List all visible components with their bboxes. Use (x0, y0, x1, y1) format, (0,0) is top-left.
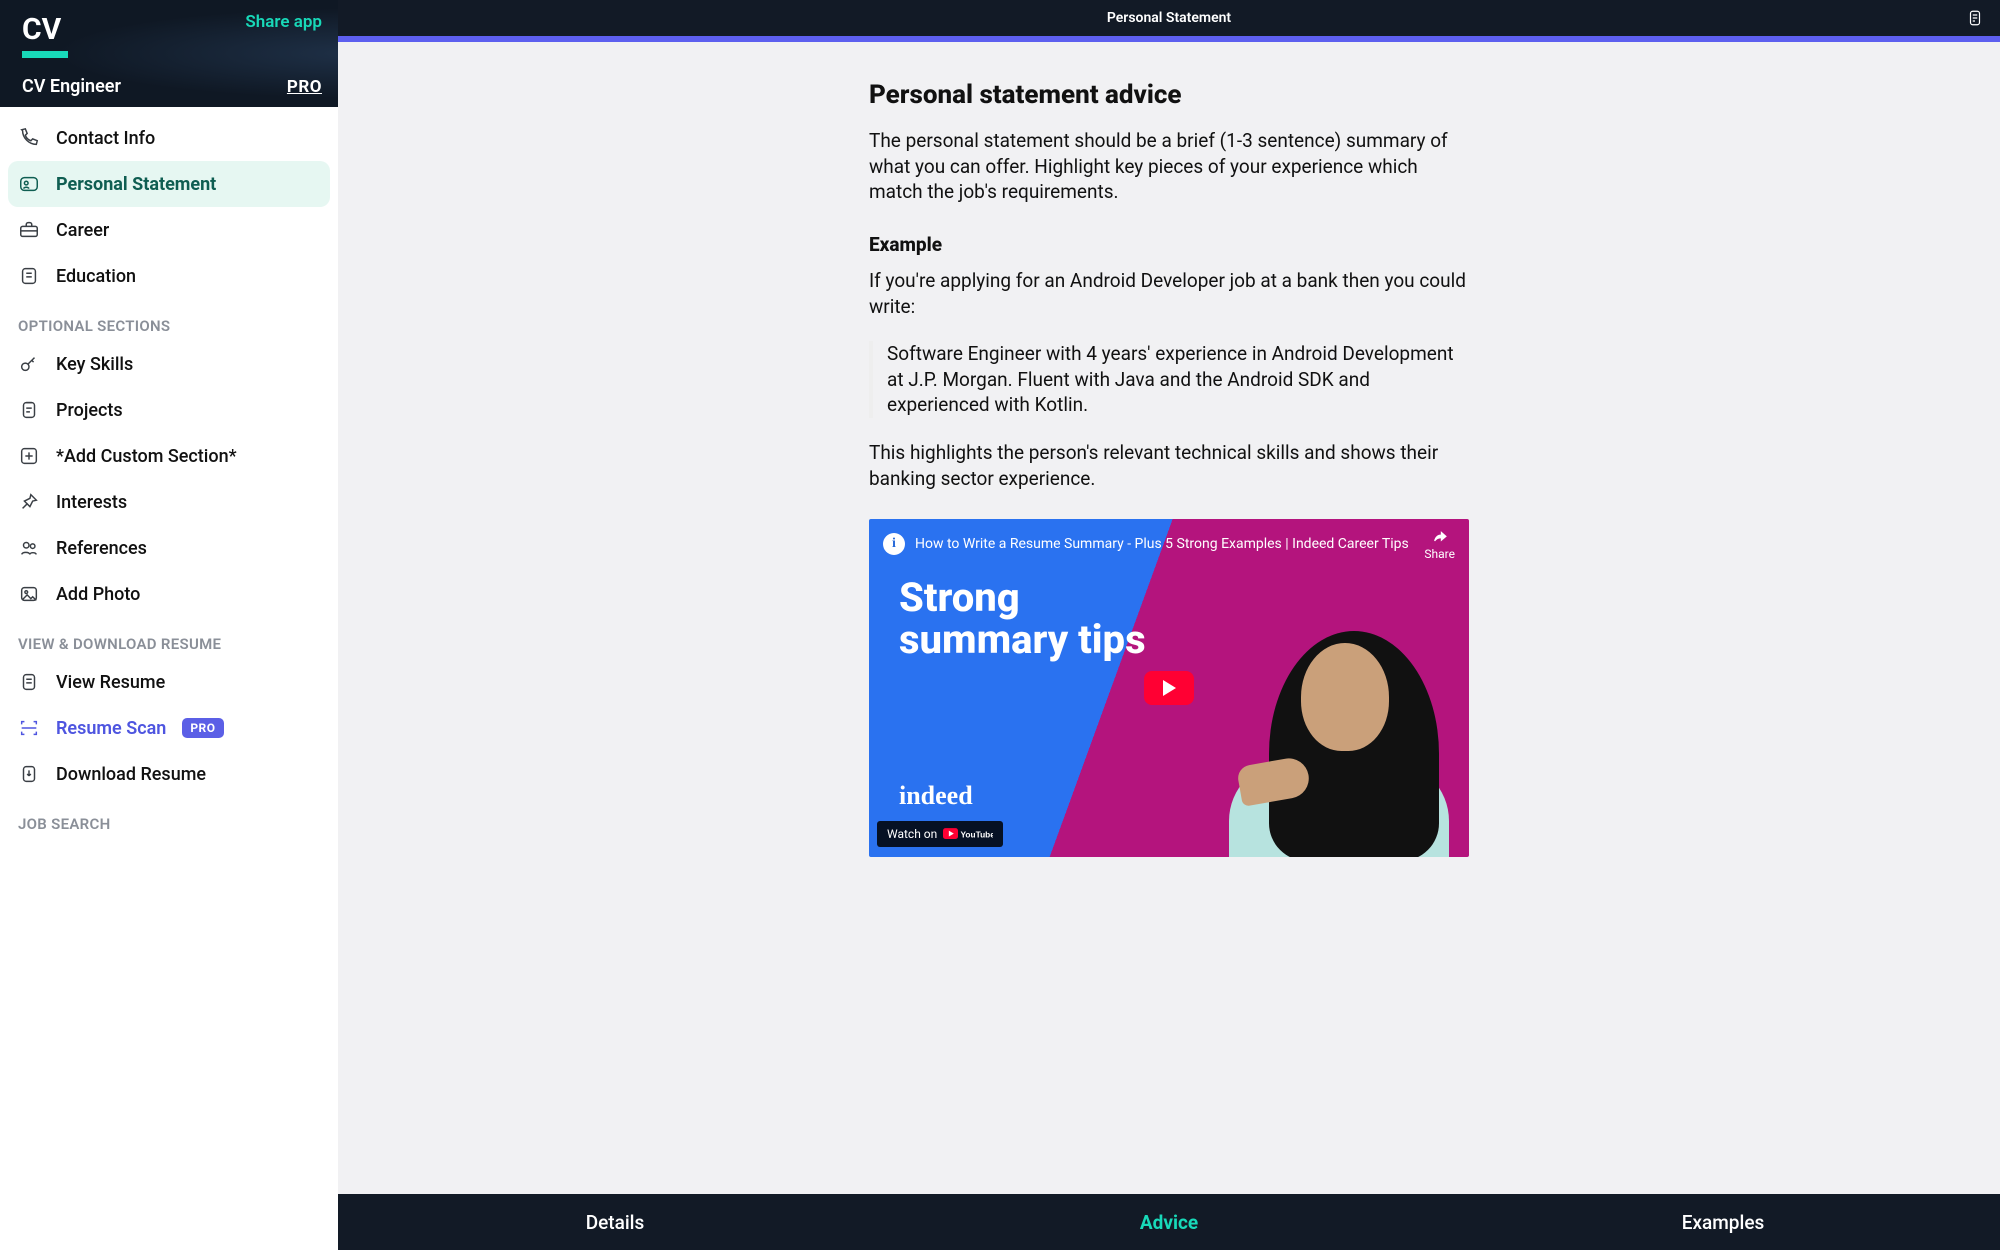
advice-paragraph: The personal statement should be a brief… (869, 128, 1469, 205)
id-card-icon (18, 173, 40, 195)
sidebar: CV Share app CV Engineer PRO Contact Inf… (0, 0, 338, 1250)
sidebar-item-personal-statement[interactable]: Personal Statement (8, 161, 330, 207)
sidebar-header: CV Share app CV Engineer PRO (0, 0, 338, 107)
sidebar-item-references[interactable]: References (8, 525, 330, 571)
people-icon (18, 537, 40, 559)
sidebar-item-contact-info[interactable]: Contact Info (8, 115, 330, 161)
sidebar-item-resume-scan[interactable]: Resume Scan PRO (8, 705, 330, 751)
section-heading-view: VIEW & DOWNLOAD RESUME (8, 617, 330, 659)
sidebar-item-add-custom[interactable]: *Add Custom Section* (8, 433, 330, 479)
advice-content: Personal statement advice The personal s… (849, 42, 1489, 897)
section-heading-optional: OPTIONAL SECTIONS (8, 299, 330, 341)
sidebar-item-label: Contact Info (56, 128, 155, 149)
sidebar-item-label: References (56, 538, 147, 559)
video-title: How to Write a Resume Summary - Plus 5 S… (915, 536, 1409, 552)
info-icon[interactable]: i (883, 533, 905, 555)
app-name: CV Engineer (22, 76, 121, 97)
sidebar-item-projects[interactable]: Projects (8, 387, 330, 433)
sidebar-item-label: Download Resume (56, 764, 206, 785)
tab-examples[interactable]: Examples (1446, 1211, 2000, 1234)
video-embed[interactable]: i How to Write a Resume Summary - Plus 5… (869, 519, 1469, 857)
advice-heading: Personal statement advice (869, 80, 1469, 110)
topbar: Personal Statement (338, 0, 2000, 36)
sidebar-item-career[interactable]: Career (8, 207, 330, 253)
video-brand: indeed (899, 781, 973, 811)
sidebar-item-view-resume[interactable]: View Resume (8, 659, 330, 705)
watch-on-youtube-button[interactable]: Watch on YouTube (877, 821, 1003, 847)
sidebar-item-interests[interactable]: Interests (8, 479, 330, 525)
app-logo: CV (22, 12, 68, 58)
sidebar-item-label: Projects (56, 400, 123, 421)
logo-text: CV (22, 12, 68, 47)
document-icon[interactable] (1966, 9, 1984, 27)
sidebar-item-label: *Add Custom Section* (56, 446, 237, 467)
content-scroll[interactable]: Personal statement advice The personal s… (338, 42, 2000, 1194)
share-app-link[interactable]: Share app (245, 12, 322, 32)
tab-advice[interactable]: Advice (892, 1211, 1446, 1234)
phone-icon (18, 127, 40, 149)
page-title: Personal Statement (1107, 10, 1231, 26)
nav-list: Contact Info Personal Statement Career E… (0, 107, 338, 859)
section-heading-jobsearch: JOB SEARCH (8, 797, 330, 839)
watch-on-label: Watch on (887, 827, 937, 841)
sidebar-item-label: Education (56, 266, 136, 287)
sidebar-item-label: Interests (56, 492, 127, 513)
key-icon (18, 353, 40, 375)
image-icon (18, 583, 40, 605)
example-heading: Example (869, 233, 1469, 256)
svg-text:YouTube: YouTube (961, 830, 994, 840)
sidebar-item-label: Key Skills (56, 354, 133, 375)
download-icon (18, 763, 40, 785)
advice-paragraph: If you're applying for an Android Develo… (869, 268, 1469, 319)
sidebar-item-education[interactable]: Education (8, 253, 330, 299)
pro-badge: PRO (182, 718, 223, 738)
sidebar-item-label: Resume Scan (56, 718, 166, 739)
bottom-tabs: Details Advice Examples (338, 1194, 2000, 1250)
sidebar-item-label: Career (56, 220, 109, 241)
logo-underline (22, 51, 68, 58)
play-button-icon[interactable] (1144, 671, 1194, 705)
sidebar-item-download-resume[interactable]: Download Resume (8, 751, 330, 797)
document-icon (18, 265, 40, 287)
sidebar-item-key-skills[interactable]: Key Skills (8, 341, 330, 387)
scan-icon (18, 717, 40, 739)
sidebar-item-label: Personal Statement (56, 174, 216, 195)
advice-paragraph: This highlights the person's relevant te… (869, 440, 1469, 491)
pro-link[interactable]: PRO (287, 77, 322, 97)
main: Personal Statement Personal statement ad… (338, 0, 2000, 1250)
sidebar-item-label: Add Photo (56, 584, 140, 605)
video-person-graphic (1219, 601, 1469, 857)
video-title-row: i How to Write a Resume Summary - Plus 5… (883, 533, 1455, 555)
sidebar-item-add-photo[interactable]: Add Photo (8, 571, 330, 617)
pin-icon (18, 491, 40, 513)
video-share-button[interactable]: Share (1424, 529, 1455, 561)
file-icon (18, 671, 40, 693)
sidebar-item-label: View Resume (56, 672, 165, 693)
example-block: Software Engineer with 4 years' experien… (869, 341, 1469, 418)
tab-details[interactable]: Details (338, 1211, 892, 1234)
plus-square-icon (18, 445, 40, 467)
briefcase-icon (18, 219, 40, 241)
video-share-label: Share (1424, 547, 1455, 561)
video-overlay-text: Strong summary tips (899, 577, 1159, 661)
clipboard-icon (18, 399, 40, 421)
